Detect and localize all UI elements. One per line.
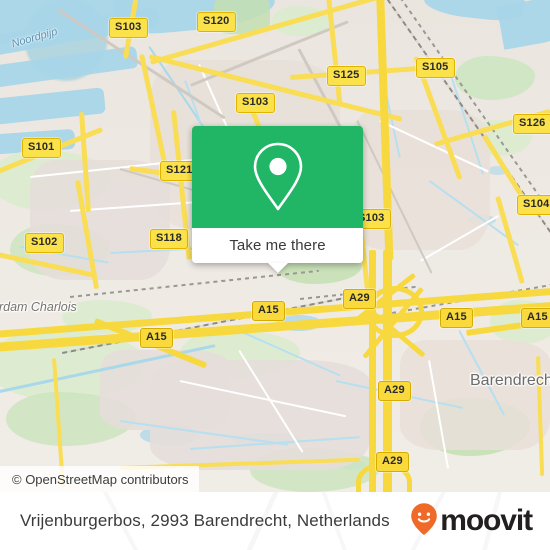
water-right-edge (496, 0, 550, 50)
road-shield-s125[interactable]: S125 (327, 66, 366, 86)
motorway-a29-vertical-2 (369, 250, 376, 492)
map-screenshot: Noordpijp Barendrecht erdam Charlois S10… (0, 0, 550, 550)
footer-address: Vrijenburgerbos, 2993 Barendrecht, Nethe… (20, 511, 390, 530)
road-shield-s104[interactable]: S104 (517, 195, 550, 215)
road-shield-s120[interactable]: S120 (197, 12, 236, 32)
place-label-barendrecht: Barendrecht (470, 372, 550, 389)
road-shield-s102[interactable]: S102 (25, 233, 64, 253)
road-shield-s101[interactable]: S101 (22, 138, 61, 158)
take-me-there-label: Take me there (229, 237, 326, 254)
footer-bar: Vrijenburgerbos, 2993 Barendrecht, Nethe… (0, 492, 550, 550)
road-shield-a29-b[interactable]: A29 (378, 381, 411, 401)
moovit-smiley-pin-icon (410, 502, 438, 541)
attribution-text: © OpenStreetMap contributors (12, 471, 189, 487)
landuse-industry-bottomleft (100, 350, 230, 430)
popup-card-action[interactable]: Take me there (192, 228, 363, 273)
moovit-wordmark: moovit (440, 504, 533, 537)
road-shield-a15-a[interactable]: A15 (252, 301, 285, 321)
road-shield-a29-c[interactable]: A29 (376, 452, 409, 472)
road-shield-s105[interactable]: S105 (416, 58, 455, 78)
location-popup-card[interactable]: Take me there (192, 126, 363, 273)
map-canvas[interactable]: Noordpijp Barendrecht erdam Charlois S10… (0, 0, 550, 492)
place-label-rotterdam-charlois: erdam Charlois (0, 300, 77, 314)
popup-card-tail (267, 263, 288, 273)
road-shield-a29-a[interactable]: A29 (343, 289, 376, 309)
road-shield-s126[interactable]: S126 (513, 114, 550, 134)
road-shield-a15-d[interactable]: A15 (140, 328, 173, 348)
road-shield-s103-a[interactable]: S103 (109, 18, 148, 38)
map-pin-icon (249, 141, 307, 213)
road-shield-s118[interactable]: S118 (150, 229, 188, 249)
road-shield-a15-b[interactable]: A15 (440, 308, 473, 328)
road-shield-a15-c[interactable]: A15 (521, 308, 550, 328)
moovit-brand[interactable]: moovit (410, 502, 533, 541)
popup-card-header (192, 126, 363, 228)
map-attribution[interactable]: © OpenStreetMap contributors (0, 466, 199, 492)
road-shield-s103-b[interactable]: S103 (236, 93, 275, 113)
